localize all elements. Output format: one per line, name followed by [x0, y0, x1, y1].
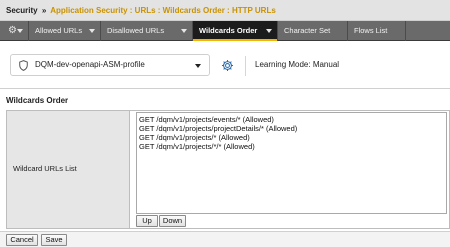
tab-label: Flows List [354, 26, 388, 35]
save-button[interactable]: Save [41, 234, 67, 246]
tab-disallowed-urls[interactable]: Disallowed URLs [101, 21, 193, 41]
list-item[interactable]: GET /dqm/v1/projects/* (Allowed) [139, 133, 444, 142]
tab-label: Disallowed URLs [107, 26, 165, 35]
tab-bar: ⚙ Allowed URLs Disallowed URLs Wildcards… [0, 21, 450, 41]
policy-name: DQM-dev-openapi-ASM-profile [35, 60, 145, 69]
tab-label: Wildcards Order [199, 26, 258, 35]
breadcrumb: Security » Application Security : URLs :… [0, 0, 450, 21]
form-label-cell: Wildcard URLs List [7, 111, 130, 228]
chevron-down-icon[interactable] [181, 29, 187, 33]
tab-gear-menu[interactable]: ⚙ [0, 21, 29, 41]
gear-icon: ⚙ [8, 25, 17, 36]
down-button[interactable]: Down [159, 215, 186, 227]
wildcard-urls-list[interactable]: GET /dqm/v1/projects/events/* (Allowed) … [136, 112, 447, 214]
tab-character-set[interactable]: Character Set [278, 21, 348, 41]
tab-allowed-urls[interactable]: Allowed URLs [29, 21, 101, 41]
chevron-down-icon [195, 64, 201, 68]
tab-label: Allowed URLs [35, 26, 83, 35]
list-item[interactable]: GET /dqm/v1/projects/events/* (Allowed) [139, 115, 444, 124]
breadcrumb-path: Application Security : URLs : Wildcards … [50, 6, 276, 15]
wildcard-list-label: Wildcard URLs List [13, 164, 77, 173]
policy-settings-icon[interactable] [221, 59, 234, 72]
profile-bar: DQM-dev-openapi-ASM-profile Learning Mod… [0, 41, 450, 89]
shield-icon [19, 60, 28, 71]
chevron-down-icon[interactable] [266, 29, 272, 33]
wildcard-form: Wildcard URLs List GET /dqm/v1/projects/… [6, 110, 450, 229]
learning-mode-text: Learning Mode: Manual [255, 60, 340, 69]
breadcrumb-separator: » [41, 6, 47, 15]
list-item[interactable]: GET /dqm/v1/projects/projectDetails/* (A… [139, 124, 444, 133]
tab-flows-list[interactable]: Flows List [348, 21, 406, 41]
tab-label: Character Set [284, 26, 331, 35]
chevron-down-icon [17, 29, 23, 33]
divider [245, 56, 246, 76]
breadcrumb-root[interactable]: Security [6, 6, 38, 15]
action-bar: Cancel Save [0, 231, 450, 247]
chevron-down-icon[interactable] [89, 29, 95, 33]
tab-wildcards-order[interactable]: Wildcards Order [193, 21, 278, 41]
security-policy-select[interactable]: DQM-dev-openapi-ASM-profile [10, 54, 210, 76]
up-button[interactable]: Up [136, 215, 158, 227]
section-title: Wildcards Order [6, 96, 69, 105]
cancel-button[interactable]: Cancel [6, 234, 38, 246]
list-item[interactable]: GET /dqm/v1/projects/*/* (Allowed) [139, 142, 444, 151]
